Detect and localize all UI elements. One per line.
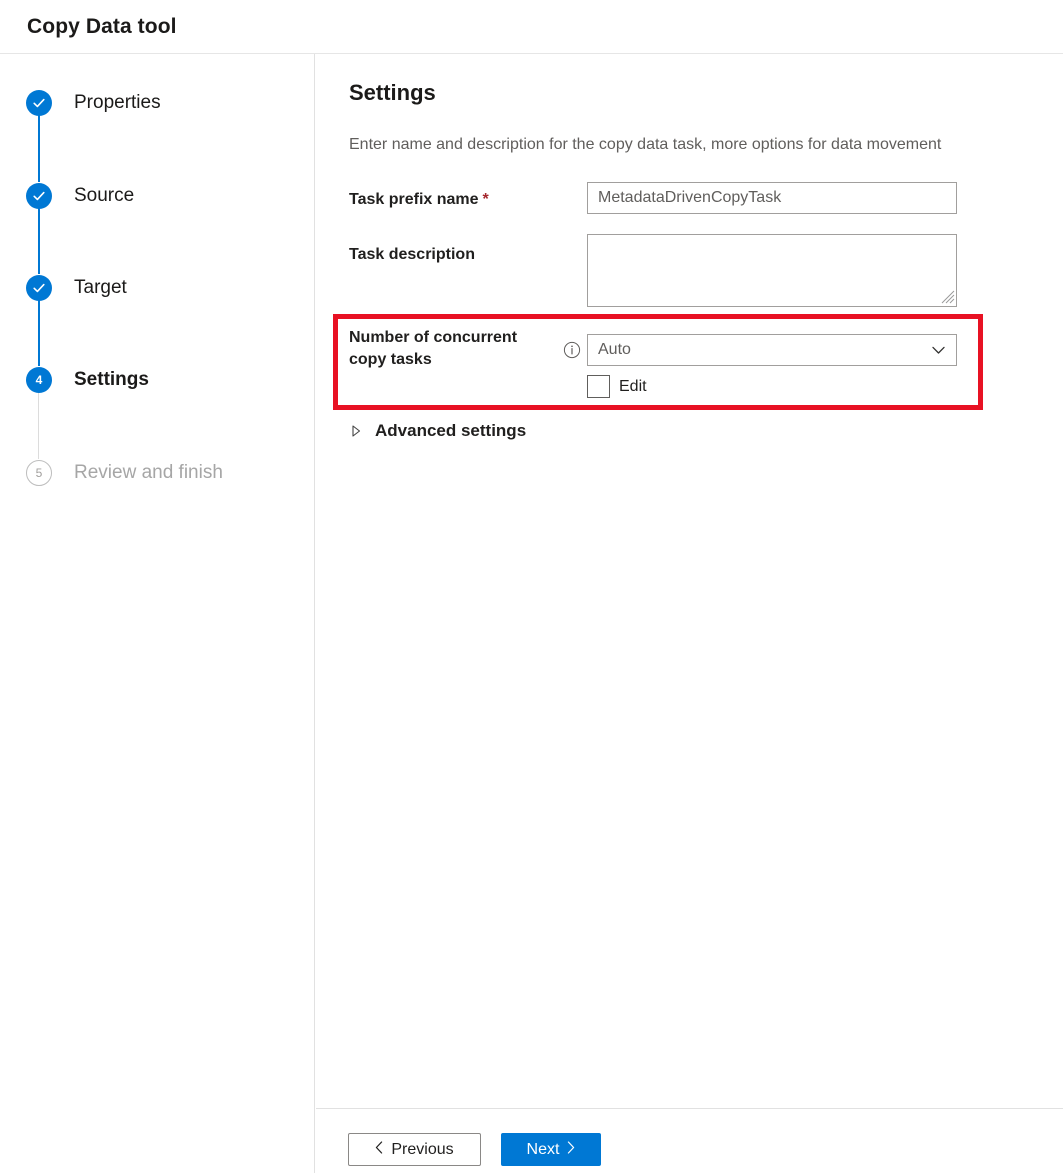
chevron-down-icon [932,346,945,355]
sidebar-step-settings[interactable]: 4 Settings [26,366,149,394]
window-header: Copy Data tool [0,0,1063,54]
sidebar-step-label: Settings [74,369,149,391]
copy-data-tool-window: Copy Data tool Properties [0,0,1063,1173]
concurrent-copy-tasks-dropdown[interactable]: Auto [587,334,957,366]
concurrent-copy-tasks-label-line2: copy tasks [349,351,432,368]
sidebar-step-target[interactable]: Target [26,274,127,302]
sidebar-step-label: Review and finish [74,462,223,484]
step-number-badge: 5 [26,460,52,486]
settings-heading: Settings [349,80,436,106]
concurrent-copy-tasks-label: Number of concurrent copy tasks [349,327,559,371]
task-description-textarea[interactable] [587,234,957,307]
info-icon[interactable] [563,341,581,359]
sidebar-step-source[interactable]: Source [26,182,134,210]
previous-button-label: Previous [391,1141,453,1159]
concurrent-copy-tasks-label-line1: Number of concurrent [349,329,517,346]
required-marker: * [483,191,489,208]
step-number-badge: 4 [26,367,52,393]
settings-description: Enter name and description for the copy … [349,136,941,154]
wizard-sidebar: Properties Source Target [0,54,315,1173]
edit-checkbox-row[interactable]: Edit [587,375,647,398]
edit-checkbox-label: Edit [619,378,647,396]
step-complete-icon [26,183,52,209]
step-complete-icon [26,275,52,301]
advanced-settings-toggle[interactable]: Advanced settings [352,421,526,441]
chevron-right-icon [567,1141,575,1159]
edit-checkbox[interactable] [587,375,610,398]
settings-panel: Settings Enter name and description for … [316,54,1063,1108]
sidebar-step-properties[interactable]: Properties [26,89,161,117]
page-title: Copy Data tool [27,15,177,39]
task-description-label: Task description [349,244,475,266]
task-prefix-name-label: Task prefix name* [349,189,489,211]
sidebar-step-label: Target [74,277,127,299]
next-button-label: Next [527,1141,560,1159]
step-connector-2 [38,208,40,274]
caret-right-icon [352,425,361,437]
sidebar-step-review-and-finish[interactable]: 5 Review and finish [26,459,223,487]
step-complete-icon [26,90,52,116]
next-button[interactable]: Next [501,1133,601,1166]
task-prefix-name-label-text: Task prefix name [349,191,479,208]
task-prefix-name-input[interactable] [587,182,957,214]
previous-button[interactable]: Previous [348,1133,481,1166]
chevron-left-icon [375,1141,383,1159]
sidebar-step-label: Source [74,185,134,207]
step-connector-3 [38,300,40,366]
advanced-settings-label: Advanced settings [375,421,526,441]
wizard-footer: Previous Next [316,1108,1063,1173]
concurrent-copy-tasks-dropdown-value: Auto [588,341,932,359]
step-connector-4 [38,392,39,459]
step-connector-1 [38,115,40,182]
sidebar-step-label: Properties [74,92,161,114]
